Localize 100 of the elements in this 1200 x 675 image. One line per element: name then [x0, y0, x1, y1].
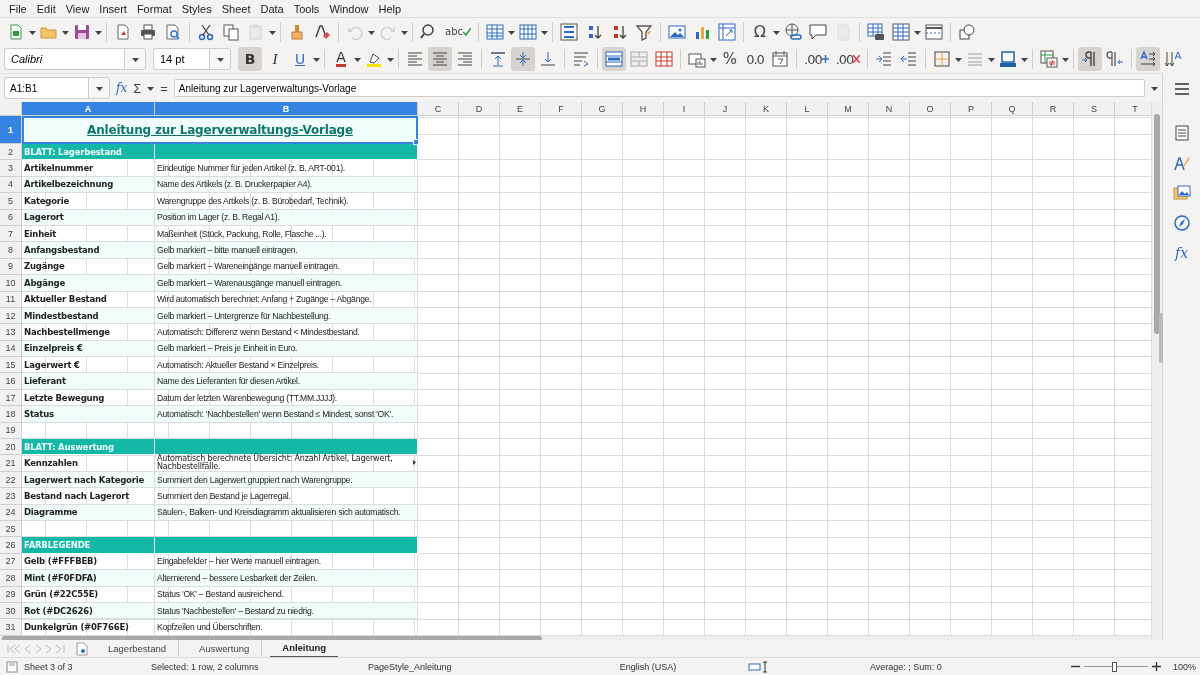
row-number[interactable]: 20 [0, 439, 22, 456]
menu-item[interactable]: Styles [176, 2, 217, 15]
menu-item[interactable]: Data [255, 2, 289, 15]
row-number[interactable]: 26 [0, 537, 22, 554]
column-header[interactable]: B [155, 102, 418, 116]
table-cell: Gelb markiert – bitte manuell eintragen. [155, 242, 418, 259]
cross-icon [853, 55, 861, 63]
column-header[interactable]: I [664, 102, 705, 116]
zoom-slider-thumb[interactable] [1112, 661, 1118, 672]
selection-mode-icon[interactable] [748, 660, 768, 673]
dropdown-button[interactable] [88, 77, 110, 99]
column-header[interactable]: N [869, 102, 910, 116]
row-number[interactable]: 18 [0, 406, 22, 423]
column-header[interactable]: J [705, 102, 746, 116]
print-range-icon [867, 22, 885, 41]
row-number[interactable]: 3 [0, 160, 22, 177]
formula-button[interactable]: = [160, 80, 168, 96]
row-number[interactable]: 28 [0, 570, 22, 587]
menu-item[interactable]: Sheet [216, 2, 256, 15]
column-header[interactable]: P [951, 102, 992, 116]
text-direction-button[interactable] [1136, 47, 1161, 71]
zoom-in-icon[interactable] [1151, 662, 1161, 671]
delete-decimal-button[interactable]: .00 [832, 47, 864, 71]
menu-item[interactable]: Format [131, 2, 177, 15]
column-header[interactable]: K [746, 102, 787, 116]
sidebar-grip[interactable] [1159, 313, 1163, 363]
zoom-level[interactable]: 100% [1172, 661, 1196, 672]
column-header[interactable]: G [582, 102, 623, 116]
fill-handle[interactable] [413, 139, 419, 145]
left-to-right-button[interactable] [1078, 47, 1103, 71]
table-cell: Status [22, 406, 155, 423]
menu-item[interactable]: Edit [31, 2, 61, 15]
menu-item[interactable]: Tools [288, 2, 325, 15]
section-header: BLATT: Auswertung [22, 439, 155, 456]
italic-button[interactable]: I [263, 47, 287, 71]
sum-button[interactable]: Σ [133, 80, 142, 96]
dropdown-button[interactable] [209, 48, 231, 70]
horizontal-scrollbar[interactable] [0, 635, 1151, 640]
row-number[interactable]: 1 [0, 116, 22, 144]
row-number[interactable]: 13 [0, 324, 22, 341]
menu-item[interactable]: File [4, 2, 32, 15]
menu-item[interactable]: View [60, 2, 95, 15]
check-icon [463, 27, 471, 36]
column-header[interactable]: E [500, 102, 541, 116]
column-header[interactable]: T [1115, 102, 1151, 116]
row-number[interactable]: 8 [0, 242, 22, 259]
table-cell: Anfangsbestand [22, 242, 155, 259]
align-middle-button[interactable] [511, 47, 535, 71]
column-header[interactable]: Q [992, 102, 1033, 116]
table-cell-text: Automatisch berechnete Übersicht: Anzahl Artikel, Lagerwert, Nachbestellfälle. [157, 455, 394, 472]
number-format-button[interactable]: 0.0 [743, 47, 767, 71]
font-color-button[interactable]: A [329, 47, 353, 71]
gallery-button[interactable] [1170, 183, 1193, 203]
function-wizard-button[interactable]: fx [116, 81, 128, 95]
column-header[interactable]: L [787, 102, 828, 116]
percent-button[interactable]: % [718, 47, 742, 71]
menu-item[interactable]: Window [324, 2, 374, 15]
font-name-field[interactable]: Calibri [4, 48, 124, 70]
column-header[interactable]: D [459, 102, 500, 116]
indent-icon [875, 50, 894, 68]
row-number[interactable]: 2 [0, 144, 22, 161]
row-number[interactable]: 10 [0, 275, 22, 292]
column-header[interactable]: C [418, 102, 459, 116]
sheet-tab[interactable]: Lagerbestand [96, 640, 180, 657]
functions-button[interactable]: fx [1170, 243, 1193, 263]
row-number[interactable]: 21 [0, 455, 22, 472]
column-header[interactable]: H [623, 102, 664, 116]
column-header[interactable]: M [828, 102, 869, 116]
paintbrush-icon [288, 22, 306, 41]
menu-item[interactable]: Help [373, 2, 407, 15]
table-cell: Kategorie [22, 193, 155, 210]
add-decimal-button[interactable]: .00 [801, 47, 832, 71]
underline-button[interactable]: U [288, 47, 312, 71]
dropdown-button[interactable] [124, 48, 146, 70]
table-cell: Kopfzeilen und Überschriften. [155, 619, 418, 636]
column-header[interactable]: F [541, 102, 582, 116]
spellcheck-button[interactable]: abc [442, 19, 474, 44]
vertical-scrollbar[interactable] [1151, 102, 1162, 640]
name-box[interactable]: A1:B1 [4, 77, 88, 99]
special-character-button[interactable]: Ω [748, 19, 772, 44]
column-header[interactable]: S [1074, 102, 1115, 116]
column-header[interactable]: R [1033, 102, 1074, 116]
formula-input[interactable]: Anleitung zur Lagerverwaltungs-Vorlage [173, 79, 1145, 97]
font-size-field[interactable]: 14 pt [153, 48, 209, 70]
merge-center-button[interactable] [602, 47, 626, 71]
bold-button[interactable]: B [238, 47, 262, 71]
row-number[interactable]: 31 [0, 619, 22, 636]
table-cell: Nachbestellmenge [22, 324, 155, 341]
row-number[interactable]: 16 [0, 373, 22, 390]
row-number[interactable]: 5 [0, 193, 22, 210]
row-number[interactable]: 23 [0, 488, 22, 505]
row-number[interactable]: 15 [0, 357, 22, 374]
menu-item[interactable]: Insert [94, 2, 132, 15]
sheet-tab[interactable]: Auswertung [187, 640, 263, 657]
copy-icon [222, 22, 240, 41]
add-sheet-icon[interactable] [76, 641, 88, 656]
table-cell: Automatisch: 'Nachbestellen' wenn Bestand ≤ Mindest, sonst 'OK'. [155, 406, 418, 423]
column-header[interactable]: A [22, 102, 155, 116]
wrap-text-icon [572, 50, 590, 68]
column-header[interactable]: O [910, 102, 951, 116]
